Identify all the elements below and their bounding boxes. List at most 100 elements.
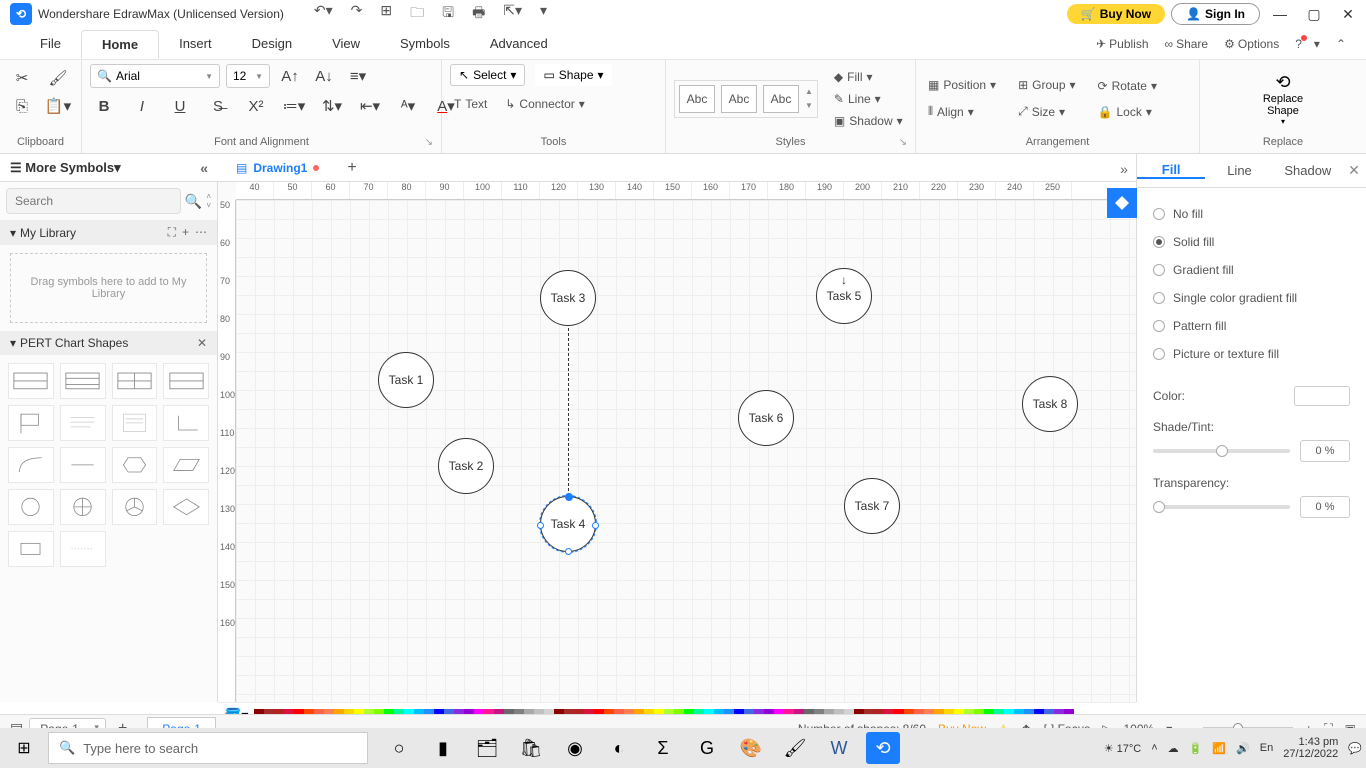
menu-advanced[interactable]: Advanced	[470, 30, 568, 57]
taskbar-app-2[interactable]: Σ	[646, 732, 680, 764]
shape-rect[interactable]	[8, 531, 54, 567]
rp-close-icon[interactable]: ✕	[1342, 162, 1366, 179]
shape-pie2[interactable]	[60, 489, 106, 525]
shape-circle[interactable]	[8, 489, 54, 525]
tray-wifi-icon[interactable]: 📶	[1212, 742, 1226, 755]
sign-in-button[interactable]: 👤 Sign In	[1171, 3, 1260, 25]
shape-diamond[interactable]	[163, 489, 209, 525]
shape-table3[interactable]	[112, 363, 158, 399]
doc-tab-drawing1[interactable]: ▤ Drawing1	[218, 157, 337, 179]
task-3[interactable]: Task 3	[540, 270, 596, 326]
redo-icon[interactable]: ↷	[351, 2, 363, 26]
tray-onedrive-icon[interactable]: ☁	[1168, 742, 1179, 755]
sel-handle-bottom[interactable]	[565, 548, 572, 555]
my-library-header[interactable]: ▾ My Library ⛶ + ⋯	[0, 220, 217, 245]
rp-tab-shadow[interactable]: Shadow	[1274, 163, 1342, 178]
menu-symbols[interactable]: Symbols	[380, 30, 470, 57]
collapse-left-icon[interactable]: «	[200, 160, 208, 176]
lib-more-icon[interactable]: ⋯	[195, 225, 207, 240]
shape-line[interactable]	[60, 447, 106, 483]
select-tool[interactable]: ↖ Select ▾	[450, 64, 525, 86]
shape-arc[interactable]	[8, 447, 54, 483]
connector-tool[interactable]: ↳ Connector ▾	[501, 94, 588, 114]
radio-gradient-fill[interactable]: Gradient fill	[1153, 256, 1350, 284]
options-button[interactable]: ⚙ Options	[1224, 37, 1279, 51]
scroll-down-icon[interactable]: ˅	[206, 201, 211, 210]
canvas[interactable]: Task 1 Task 2 Task 3 Task 4 Task 5↓ Task…	[236, 200, 1136, 702]
help-button[interactable]: ?▾	[1295, 37, 1320, 51]
style-preset-3[interactable]: Abc	[763, 85, 799, 113]
task-2[interactable]: Task 2	[438, 438, 494, 494]
lib-add-icon[interactable]: +	[182, 225, 189, 240]
sel-handle-right[interactable]	[592, 522, 599, 529]
tray-battery-icon[interactable]: 🔋	[1189, 742, 1203, 755]
menu-view[interactable]: View	[312, 30, 380, 57]
strike-icon[interactable]: S̶	[204, 94, 232, 118]
shape-angle[interactable]	[163, 405, 209, 441]
lib-expand-icon[interactable]: ⛶	[168, 225, 176, 240]
tray-volume-icon[interactable]: 🔊	[1236, 742, 1250, 755]
shape-flag[interactable]	[8, 405, 54, 441]
shape-dashes[interactable]	[60, 531, 106, 567]
more-symbols-button[interactable]: More Symbols	[25, 160, 114, 175]
new-icon[interactable]: ⊞	[380, 2, 392, 26]
radio-single-gradient[interactable]: Single color gradient fill	[1153, 284, 1350, 312]
buy-now-button[interactable]: 🛒 Buy Now	[1067, 4, 1165, 24]
expand-right-icon[interactable]: »	[1112, 158, 1136, 180]
maximize-button[interactable]: ▢	[1300, 6, 1328, 23]
grow-font-icon[interactable]: A↑	[276, 64, 304, 88]
print-icon[interactable]: 🖶	[472, 2, 485, 26]
shade-value[interactable]: 0 %	[1300, 440, 1350, 462]
add-doc-button[interactable]: +	[337, 155, 366, 181]
taskbar-store-icon[interactable]: 🛍	[514, 732, 548, 764]
close-button[interactable]: ✕	[1334, 6, 1362, 23]
shadow-tool[interactable]: ▣ Shadow ▾	[830, 111, 907, 131]
replace-shape-button[interactable]: ⟲ Replace Shape ▾	[1263, 72, 1303, 126]
shape-text2[interactable]	[112, 405, 158, 441]
taskbar-app-1[interactable]: ▮	[426, 732, 460, 764]
font-name-combo[interactable]: 🔍 Arial▼	[90, 64, 220, 88]
collapse-ribbon-icon[interactable]: ⌃	[1336, 37, 1346, 51]
menu-home[interactable]: Home	[81, 30, 159, 58]
shape-table1[interactable]	[8, 363, 54, 399]
indent-icon[interactable]: ⇤▾	[356, 94, 384, 118]
task-6[interactable]: Task 6	[738, 390, 794, 446]
taskbar-edrawmax-icon[interactable]: ⟲	[866, 732, 900, 764]
scroll-up-icon[interactable]: ˄	[206, 192, 211, 201]
shape-table2[interactable]	[60, 363, 106, 399]
underline-icon[interactable]: U	[166, 94, 194, 118]
export-icon[interactable]: ⇱▾	[503, 2, 522, 26]
color-picker[interactable]	[1294, 386, 1350, 406]
line-tool[interactable]: ✎ Line ▾	[830, 89, 907, 109]
taskbar-app-3[interactable]: G	[690, 732, 724, 764]
format-painter-icon[interactable]: 🖌	[44, 66, 72, 90]
taskbar-edge-icon[interactable]: ◐	[602, 732, 636, 764]
radio-pattern-fill[interactable]: Pattern fill	[1153, 312, 1350, 340]
shape-table4[interactable]	[163, 363, 209, 399]
menu-design[interactable]: Design	[232, 30, 312, 57]
shape-text1[interactable]	[60, 405, 106, 441]
undo-icon[interactable]: ↶▾	[314, 2, 333, 26]
taskbar-explorer-icon[interactable]: 🗂	[470, 732, 504, 764]
styles-launcher-icon[interactable]: ↘	[899, 137, 907, 148]
start-button[interactable]: ⊞	[4, 732, 44, 764]
task-8[interactable]: Task 8	[1022, 376, 1078, 432]
style-preset-2[interactable]: Abc	[721, 85, 757, 113]
taskbar-app-4[interactable]: 🎨	[734, 732, 768, 764]
tray-clock[interactable]: 1:43 pm 27/12/2022	[1283, 736, 1338, 760]
sel-handle-left[interactable]	[537, 522, 544, 529]
connector-3-4[interactable]	[568, 318, 569, 516]
align-tool[interactable]: ⫴ Align▾	[924, 101, 1000, 122]
radio-no-fill[interactable]: No fill	[1153, 200, 1350, 228]
font-launcher-icon[interactable]: ↘	[425, 137, 433, 148]
radio-picture-fill[interactable]: Picture or texture fill	[1153, 340, 1350, 368]
save-icon[interactable]: 🖫	[442, 2, 454, 26]
search-icon[interactable]: 🔍	[185, 193, 202, 210]
transparency-value[interactable]: 0 %	[1300, 496, 1350, 518]
shape-parallelogram[interactable]	[163, 447, 209, 483]
rotate-tool[interactable]: ⟳ Rotate▾	[1094, 76, 1161, 96]
tray-lang-icon[interactable]: En	[1260, 742, 1273, 754]
italic-icon[interactable]: I	[128, 94, 156, 118]
taskbar-chrome-icon[interactable]: ◉	[558, 732, 592, 764]
menu-file[interactable]: File	[20, 30, 81, 57]
